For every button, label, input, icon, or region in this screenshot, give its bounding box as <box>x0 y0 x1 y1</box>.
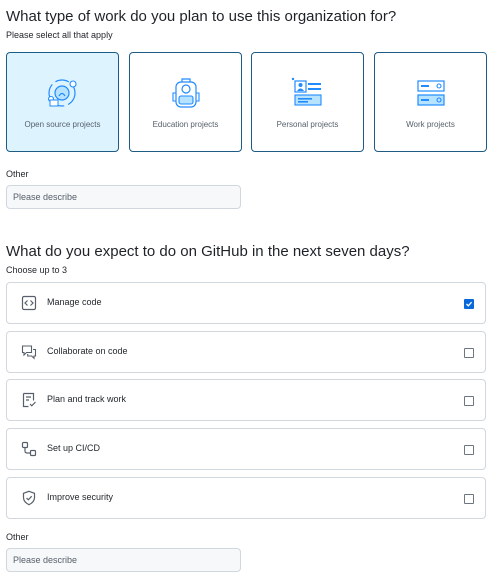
work-type-question-title: What type of work do you plan to use thi… <box>6 8 397 25</box>
other-work-type-input[interactable]: Please describe <box>6 185 241 209</box>
option-plan-and-track-work[interactable]: Plan and track work <box>6 379 486 421</box>
other-label: Other <box>6 169 29 179</box>
backpack-icon <box>171 78 200 108</box>
open-source-icon <box>47 79 77 107</box>
shield-check-icon <box>22 490 36 506</box>
server-icon <box>416 80 445 106</box>
plan-and-track-work-checkbox[interactable] <box>464 396 474 406</box>
card-label: Open source projects <box>24 120 101 129</box>
card-education-projects[interactable]: Education projects <box>129 52 242 152</box>
other-goals-input[interactable]: Please describe <box>6 548 241 572</box>
other-label: Other <box>6 532 29 542</box>
seven-days-question-subtitle: Choose up to 3 <box>6 265 68 275</box>
manage-code-checkbox[interactable] <box>464 299 474 309</box>
seven-days-question-title: What do you expect to do on GitHub in th… <box>6 243 410 260</box>
code-square-icon <box>21 295 37 311</box>
checklist-icon <box>22 392 36 408</box>
option-collaborate-on-code[interactable]: Collaborate on code <box>6 331 486 373</box>
improve-security-checkbox[interactable] <box>464 494 474 504</box>
option-label: Plan and track work <box>47 394 127 404</box>
card-open-source-projects[interactable]: Open source projects <box>6 52 119 152</box>
checkmark-icon <box>466 301 473 307</box>
option-label: Set up CI/CD <box>47 443 101 453</box>
work-type-question-subtitle: Please select all that apply <box>6 30 113 40</box>
option-label: Improve security <box>47 492 114 502</box>
option-set-up-ci-cd[interactable]: Set up CI/CD <box>6 428 486 470</box>
option-improve-security[interactable]: Improve security <box>6 477 486 519</box>
profile-card-icon <box>291 77 322 106</box>
work-type-cards: Open source projects Education projects … <box>6 52 487 152</box>
option-label: Collaborate on code <box>47 346 128 356</box>
card-label: Work projects <box>406 120 455 129</box>
collaborate-on-code-checkbox[interactable] <box>464 348 474 358</box>
option-label: Manage code <box>47 297 102 307</box>
comment-discussion-icon <box>21 345 37 360</box>
option-manage-code[interactable]: Manage code <box>6 282 486 324</box>
card-work-projects[interactable]: Work projects <box>374 52 487 152</box>
card-label: Education projects <box>152 120 219 129</box>
card-label: Personal projects <box>276 120 339 129</box>
set-up-ci-cd-checkbox[interactable] <box>464 445 474 455</box>
workflow-icon <box>21 441 37 457</box>
card-personal-projects[interactable]: Personal projects <box>251 52 364 152</box>
